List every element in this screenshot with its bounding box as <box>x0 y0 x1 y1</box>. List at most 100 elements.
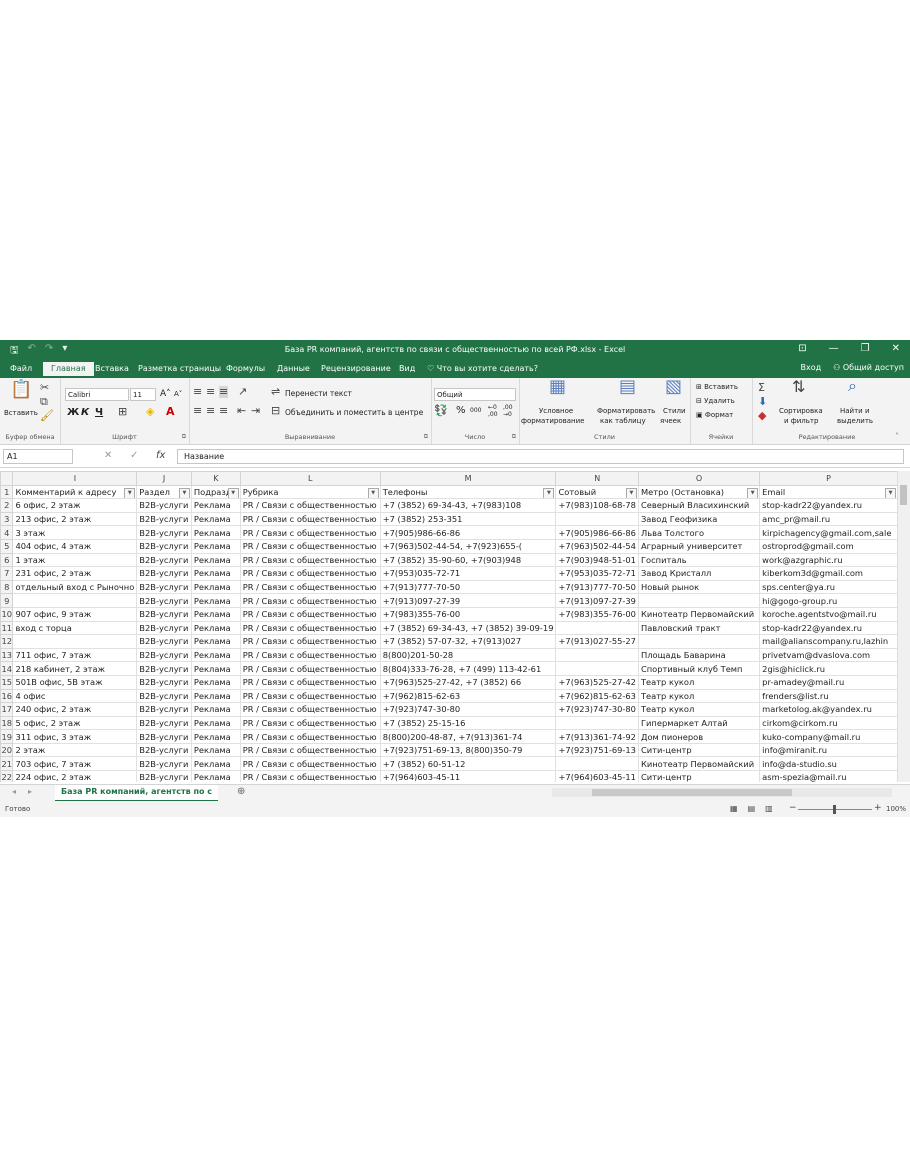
table-cell[interactable]: 4 офис <box>12 688 138 704</box>
table-cell[interactable]: +7(923)747-30-80 <box>555 702 639 717</box>
column-header[interactable]: I <box>12 471 138 486</box>
table-cell[interactable]: B2B-услуги <box>136 511 192 527</box>
table-cell[interactable]: B2B-услуги <box>136 538 192 554</box>
column-header[interactable]: L <box>239 471 381 486</box>
horizontal-scroll-thumb[interactable] <box>592 789 792 796</box>
table-cell[interactable]: B2B-услуги <box>136 756 192 772</box>
table-cell[interactable]: 907 офис, 9 этаж <box>12 606 138 622</box>
table-cell[interactable]: 213 офис, 2 этаж <box>12 511 138 527</box>
table-cell[interactable]: Реклама <box>190 498 241 513</box>
table-cell[interactable]: +7(913)361-74-92 <box>555 729 639 744</box>
table-cell[interactable]: +7 (3852) 69-34-43, +7(983)108 <box>379 498 557 513</box>
new-sheet-icon[interactable]: ⊕ <box>237 786 245 797</box>
page-layout-view-icon[interactable]: ▤ <box>748 804 756 813</box>
table-cell[interactable]: B2B-услуги <box>136 525 192 540</box>
row-header[interactable]: 13 <box>0 647 14 663</box>
table-cell[interactable]: +7 (3852) 69-34-43, +7 (3852) 39-09-19 <box>379 620 557 636</box>
table-cell[interactable]: kirpichagency@gmail.com,sale <box>759 525 898 540</box>
table-cell[interactable]: Реклама <box>190 702 241 717</box>
row-header[interactable]: 12 <box>0 634 14 649</box>
table-cell[interactable]: Реклама <box>190 661 241 676</box>
table-cell[interactable]: Новый рынок <box>637 579 761 595</box>
cell-styles-label-2[interactable]: ячеек <box>660 417 681 425</box>
table-cell[interactable]: 3 этаж <box>12 525 138 540</box>
grow-font-icon[interactable]: A˄ <box>160 389 171 399</box>
table-cell[interactable]: +7(953)035-72-71 <box>379 566 557 581</box>
table-cell[interactable]: PR / Связи с общественностью <box>239 552 381 568</box>
align-center-icon[interactable]: ≡ <box>206 405 215 417</box>
borders-icon[interactable]: ⊞ <box>118 406 127 418</box>
table-cell[interactable] <box>555 715 639 731</box>
table-cell[interactable]: PR / Связи с общественностью <box>239 647 381 663</box>
table-cell[interactable]: PR / Связи с общественностью <box>239 538 381 554</box>
table-cell[interactable]: +7(913)097-27-39 <box>555 593 639 608</box>
table-cell[interactable]: 8(804)333-76-28, +7 (499) 113-42-61 <box>379 661 557 676</box>
table-cell[interactable]: Кинотеатр Первомайский <box>637 606 761 622</box>
table-cell[interactable]: +7(913)777-70-50 <box>555 579 639 595</box>
format-cells-button[interactable]: ▣ Формат <box>696 411 733 419</box>
filter-dropdown-icon[interactable]: ▼ <box>124 487 136 498</box>
normal-view-icon[interactable]: ▦ <box>730 804 738 813</box>
table-cell[interactable]: Реклама <box>190 566 241 581</box>
table-cell[interactable]: B2B-услуги <box>136 742 192 758</box>
table-cell[interactable] <box>555 620 639 636</box>
ribbon-display-options-icon[interactable]: ⊡ <box>798 343 806 354</box>
column-header[interactable]: J <box>136 471 192 486</box>
table-cell[interactable]: PR / Связи с общественностью <box>239 620 381 636</box>
table-cell[interactable]: ostroprod@gmail.com <box>759 538 898 554</box>
sheet-tab[interactable]: База PR компаний, агентств по с <box>55 785 219 802</box>
currency-icon[interactable]: 💱 <box>434 405 448 417</box>
table-cell[interactable]: B2B-услуги <box>136 674 192 690</box>
table-cell[interactable]: Льва Толстого <box>637 525 761 540</box>
table-cell[interactable]: kiberkom3d@gmail.com <box>759 566 898 581</box>
table-cell[interactable]: 711 офис, 7 этаж <box>12 647 138 663</box>
column-header[interactable]: N <box>555 471 639 486</box>
table-cell[interactable]: Площадь Баварина <box>637 647 761 663</box>
tab-data[interactable]: Данные <box>277 364 310 373</box>
tab-insert[interactable]: Вставка <box>95 364 129 373</box>
table-cell[interactable]: marketolog.ak@yandex.ru <box>759 702 898 717</box>
find-select-label-1[interactable]: Найти и <box>840 407 870 415</box>
filter-dropdown-icon[interactable]: ▼ <box>625 487 637 498</box>
conditional-formatting-label-1[interactable]: Условное <box>539 407 573 415</box>
row-header[interactable]: 21 <box>0 756 14 772</box>
table-cell[interactable]: Госпиталь <box>637 552 761 568</box>
table-cell[interactable]: stop-kadr22@yandex.ru <box>759 620 898 636</box>
row-header[interactable]: 11 <box>0 620 14 636</box>
table-cell[interactable]: +7 (3852) 25-15-16 <box>379 715 557 731</box>
table-cell[interactable]: +7(905)986-66-86 <box>379 525 557 540</box>
table-cell[interactable]: +7(913)777-70-50 <box>379 579 557 595</box>
font-name-select[interactable]: Calibri <box>65 388 129 401</box>
table-cell[interactable]: отдельный вход с Рыночно <box>12 579 138 595</box>
table-cell[interactable]: sps.center@ya.ru <box>759 579 898 595</box>
merge-center-icon[interactable]: ⊟ <box>271 405 280 417</box>
table-cell[interactable]: PR / Связи с общественностью <box>239 674 381 690</box>
tab-file[interactable]: Файл <box>10 364 32 373</box>
table-cell[interactable]: +7(963)525-27-42, +7 (3852) 66 <box>379 674 557 690</box>
table-cell[interactable]: privetvam@dvaslova.com <box>759 647 898 663</box>
table-cell[interactable]: B2B-услуги <box>136 729 192 744</box>
table-cell[interactable]: B2B-услуги <box>136 552 192 568</box>
table-cell[interactable]: PR / Связи с общественностью <box>239 661 381 676</box>
table-cell[interactable]: Реклама <box>190 742 241 758</box>
table-cell[interactable]: +7(923)747-30-80 <box>379 702 557 717</box>
table-cell[interactable]: Реклама <box>190 606 241 622</box>
table-cell[interactable]: +7(983)355-76-00 <box>379 606 557 622</box>
clear-icon[interactable]: ◆ <box>758 410 766 422</box>
row-header[interactable]: 20 <box>0 742 14 758</box>
enter-icon[interactable]: ✓ <box>130 450 138 461</box>
formula-input[interactable]: Название <box>177 449 904 464</box>
table-cell[interactable]: Завод Кристалл <box>637 566 761 581</box>
table-cell[interactable] <box>555 756 639 772</box>
table-cell[interactable]: info@miranit.ru <box>759 742 898 758</box>
wrap-text-icon[interactable]: ⇌ <box>271 386 280 398</box>
font-color-icon[interactable]: A <box>166 406 175 418</box>
table-cell[interactable]: Реклама <box>190 715 241 731</box>
table-cell[interactable]: 8(800)200-48-87, +7(913)361-74 <box>379 729 557 744</box>
format-as-table-label-2[interactable]: как таблицу <box>600 417 646 425</box>
table-cell[interactable]: +7 (3852) 60-51-12 <box>379 756 557 772</box>
table-cell[interactable]: cirkom@cirkom.ru <box>759 715 898 731</box>
table-cell[interactable]: PR / Связи с общественностью <box>239 566 381 581</box>
format-as-table-icon[interactable]: ▤ <box>619 378 636 396</box>
find-select-label-2[interactable]: выделить <box>837 417 873 425</box>
